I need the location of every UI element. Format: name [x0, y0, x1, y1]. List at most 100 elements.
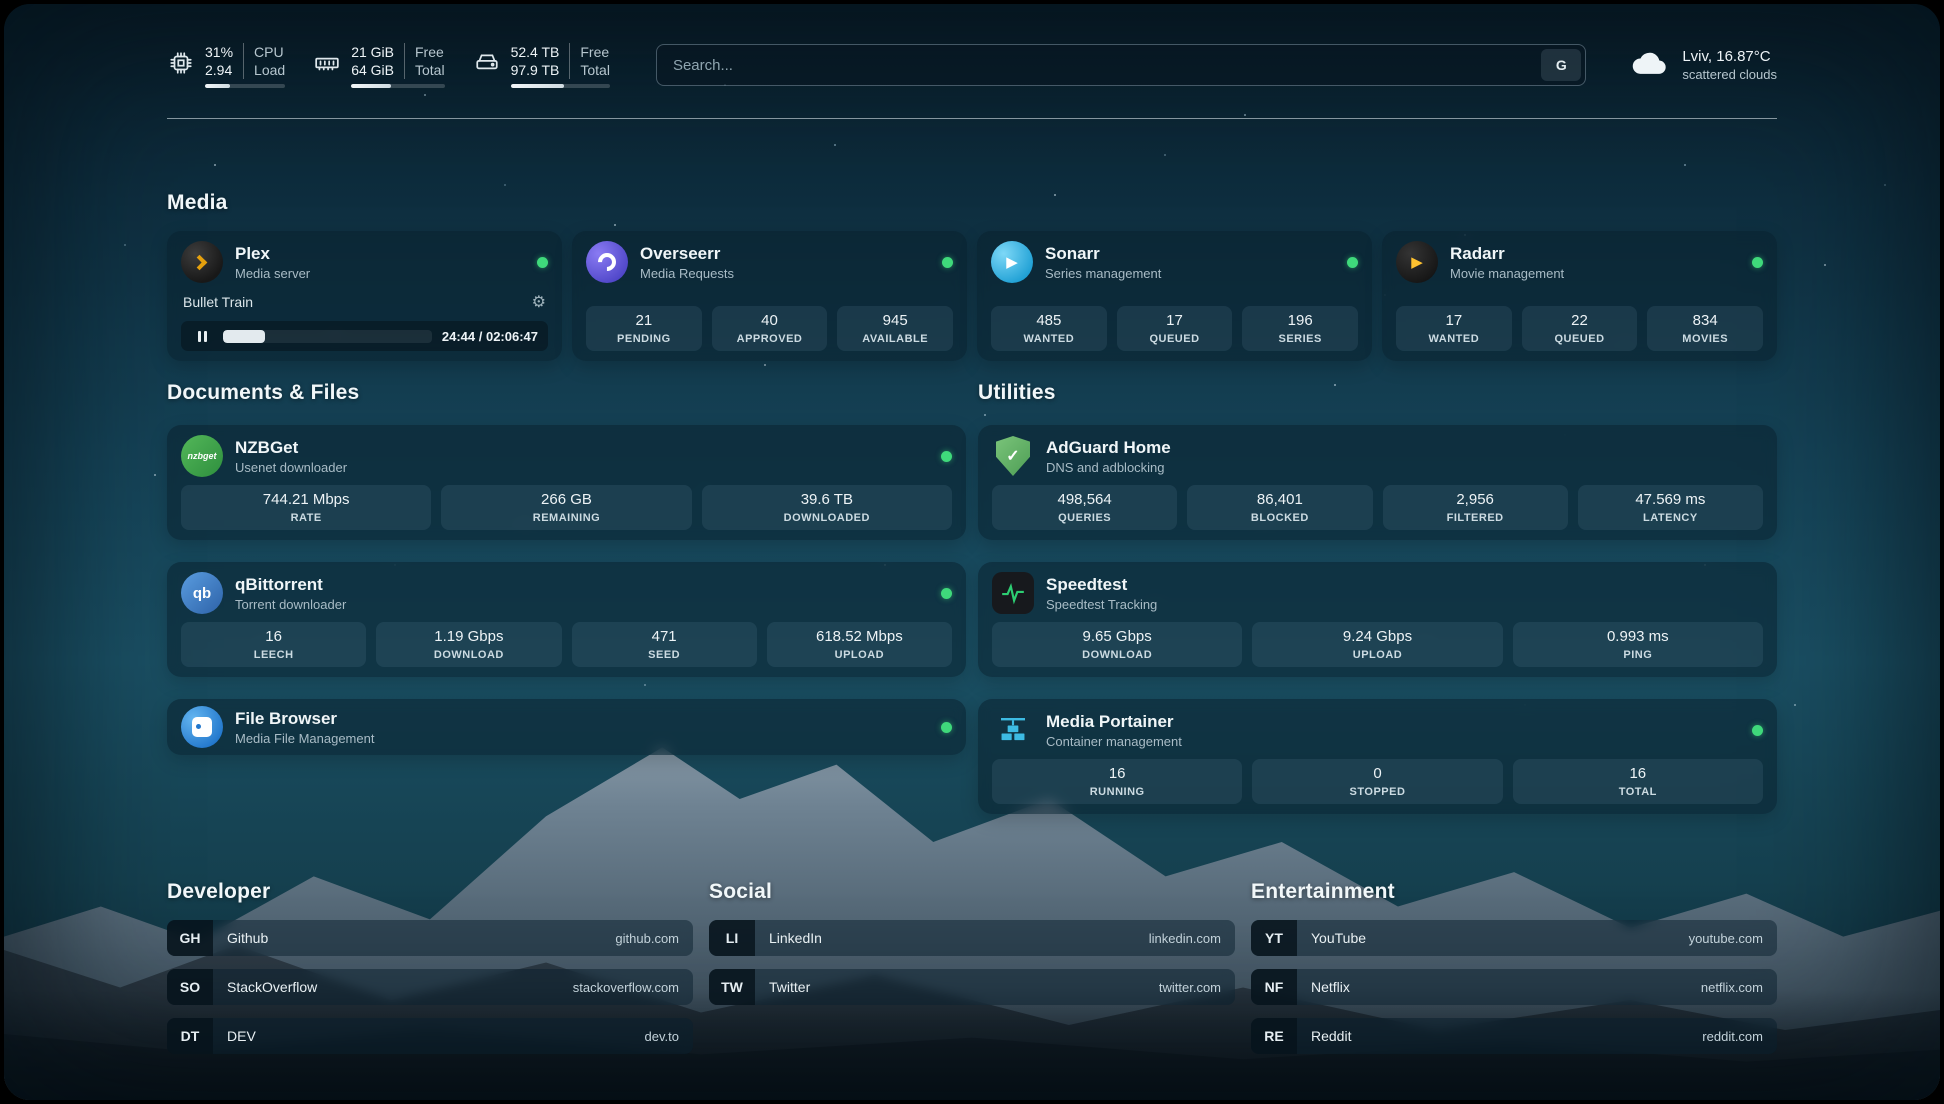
- app-card-plex[interactable]: Plex Media server Bullet Train ⚙: [167, 231, 562, 361]
- app-card-speedtest[interactable]: Speedtest Speedtest Tracking 9.65 GbpsDO…: [978, 562, 1777, 677]
- app-card-qbittorrent[interactable]: qb qBittorrent Torrent downloader 16LEEC…: [167, 562, 966, 677]
- stat-rate: 744.21 MbpsRATE: [181, 485, 431, 530]
- bookmarks-developer: Developer GH Github github.com SO StackO…: [167, 880, 693, 1067]
- status-dot: [942, 257, 953, 268]
- stat-stopped: 0STOPPED: [1252, 759, 1502, 804]
- stat-divider: [243, 43, 244, 79]
- bookmark-name: StackOverflow: [227, 979, 317, 995]
- bookmark-twitter[interactable]: TW Twitter twitter.com: [709, 969, 1235, 1005]
- memory-free-value: 21 GiB: [351, 43, 394, 61]
- app-card-overseerr[interactable]: Overseerr Media Requests 21PENDING 40APP…: [572, 231, 967, 361]
- app-subtitle: Speedtest Tracking: [1046, 597, 1157, 612]
- bookmark-stackoverflow[interactable]: SO StackOverflow stackoverflow.com: [167, 969, 693, 1005]
- cloud-icon: [1630, 48, 1670, 83]
- stat-approved: 40APPROVED: [712, 306, 828, 351]
- stat-blocked: 86,401BLOCKED: [1187, 485, 1372, 530]
- app-subtitle: Movie management: [1450, 266, 1564, 281]
- bookmark-netflix[interactable]: NF Netflix netflix.com: [1251, 969, 1777, 1005]
- weather-location: Lviv, 16.87°C: [1682, 48, 1777, 65]
- nzbget-icon: nzbget: [181, 435, 223, 477]
- app-card-radarr[interactable]: ▶ Radarr Movie management 17WANTED 22QUE…: [1382, 231, 1777, 361]
- disk-free-value: 52.4 TB: [511, 43, 560, 61]
- weather-condition: scattered clouds: [1682, 67, 1777, 82]
- app-card-portainer[interactable]: Media Portainer Container management 16R…: [978, 699, 1777, 814]
- bookmark-abbr: DT: [167, 1018, 213, 1054]
- documents-column: Documents & Files nzbget NZBGet Usenet d…: [167, 381, 966, 755]
- bookmark-abbr: NF: [1251, 969, 1297, 1005]
- disk-free-label: Free: [580, 43, 610, 61]
- stat-ping: 0.993 msPING: [1513, 622, 1763, 667]
- app-name: Speedtest: [1046, 575, 1157, 595]
- stat-download: 9.65 GbpsDOWNLOAD: [992, 622, 1242, 667]
- app-subtitle: Container management: [1046, 734, 1182, 749]
- search-input[interactable]: [656, 44, 1586, 86]
- cpu-usage-value: 31%: [205, 43, 233, 61]
- bookmarks-entertainment: Entertainment YT YouTube youtube.com NF …: [1251, 880, 1777, 1067]
- gear-icon[interactable]: ⚙: [532, 292, 546, 312]
- app-card-sonarr[interactable]: ▶ Sonarr Series management 485WANTED 17Q…: [977, 231, 1372, 361]
- disk-total-value: 97.9 TB: [511, 61, 560, 79]
- bookmark-name: DEV: [227, 1028, 256, 1044]
- adguard-icon: ✓: [992, 435, 1034, 477]
- cpu-load-value: 2.94: [205, 61, 233, 79]
- bookmark-github[interactable]: GH Github github.com: [167, 920, 693, 956]
- stat-upload: 9.24 GbpsUPLOAD: [1252, 622, 1502, 667]
- section-title-utilities: Utilities: [978, 381, 1777, 405]
- stars: [4, 4, 6, 6]
- app-card-nzbget[interactable]: nzbget NZBGet Usenet downloader 744.21 M…: [167, 425, 966, 540]
- app-subtitle: Media server: [235, 266, 310, 281]
- plex-player: 24:44 / 02:06:47: [181, 321, 548, 351]
- app-card-filebrowser[interactable]: File Browser Media File Management: [167, 699, 966, 755]
- stat-running: 16RUNNING: [992, 759, 1242, 804]
- bookmark-url: twitter.com: [1159, 980, 1221, 995]
- top-bar: 31% 2.94 CPU Load: [167, 38, 1777, 92]
- playback-progress-bar[interactable]: [223, 330, 432, 343]
- qbittorrent-icon: qb: [181, 572, 223, 614]
- bookmark-youtube[interactable]: YT YouTube youtube.com: [1251, 920, 1777, 956]
- bookmark-reddit[interactable]: RE Reddit reddit.com: [1251, 1018, 1777, 1054]
- app-subtitle: Series management: [1045, 266, 1161, 281]
- memory-total-label: Total: [415, 61, 445, 79]
- app-name: Media Portainer: [1046, 712, 1182, 732]
- bookmark-name: YouTube: [1311, 930, 1366, 946]
- stat-seed: 471SEED: [572, 622, 757, 667]
- overseerr-icon: [586, 241, 628, 283]
- stat-queued: 22QUEUED: [1522, 306, 1638, 351]
- memory-icon: [313, 43, 341, 83]
- status-dot: [1347, 257, 1358, 268]
- app-card-adguard[interactable]: ✓ AdGuard Home DNS and adblocking 498,56…: [978, 425, 1777, 540]
- filebrowser-icon: [181, 706, 223, 748]
- bookmark-dev[interactable]: DT DEV dev.to: [167, 1018, 693, 1054]
- search-engine-button[interactable]: G: [1541, 49, 1581, 81]
- status-dot: [941, 451, 952, 462]
- bookmark-abbr: LI: [709, 920, 755, 956]
- pause-icon[interactable]: [191, 327, 213, 345]
- bookmark-linkedin[interactable]: LI LinkedIn linkedin.com: [709, 920, 1235, 956]
- stat-total: 16TOTAL: [1513, 759, 1763, 804]
- app-name: Sonarr: [1045, 244, 1161, 264]
- memory-progress-fill: [351, 84, 391, 88]
- stat-leech: 16LEECH: [181, 622, 366, 667]
- bookmarks-section: Developer GH Github github.com SO StackO…: [167, 880, 1777, 1067]
- stat-wanted: 17WANTED: [1396, 306, 1512, 351]
- bookmark-name: Github: [227, 930, 268, 946]
- memory-stat: 21 GiB 64 GiB Free Total: [313, 43, 444, 88]
- cpu-progress: [205, 84, 285, 88]
- stat-available: 945AVAILABLE: [837, 306, 953, 351]
- stat-series: 196SERIES: [1242, 306, 1358, 351]
- memory-total-value: 64 GiB: [351, 61, 394, 79]
- dashboard: 31% 2.94 CPU Load: [4, 4, 1940, 1100]
- shield-icon: ✓: [996, 436, 1030, 476]
- search-bar: G: [656, 44, 1586, 86]
- plex-icon: [181, 241, 223, 283]
- bookmark-url: github.com: [615, 931, 679, 946]
- stat-pending: 21PENDING: [586, 306, 702, 351]
- bookmark-abbr: TW: [709, 969, 755, 1005]
- cpu-load-label: Load: [254, 61, 285, 79]
- stars: [4, 4, 6, 6]
- stat-downloaded: 39.6 TBDOWNLOADED: [702, 485, 952, 530]
- cpu-stat: 31% 2.94 CPU Load: [167, 43, 285, 88]
- bookmark-url: youtube.com: [1689, 931, 1763, 946]
- section-title-social: Social: [709, 880, 1235, 904]
- disk-stat: 52.4 TB 97.9 TB Free Total: [473, 43, 610, 88]
